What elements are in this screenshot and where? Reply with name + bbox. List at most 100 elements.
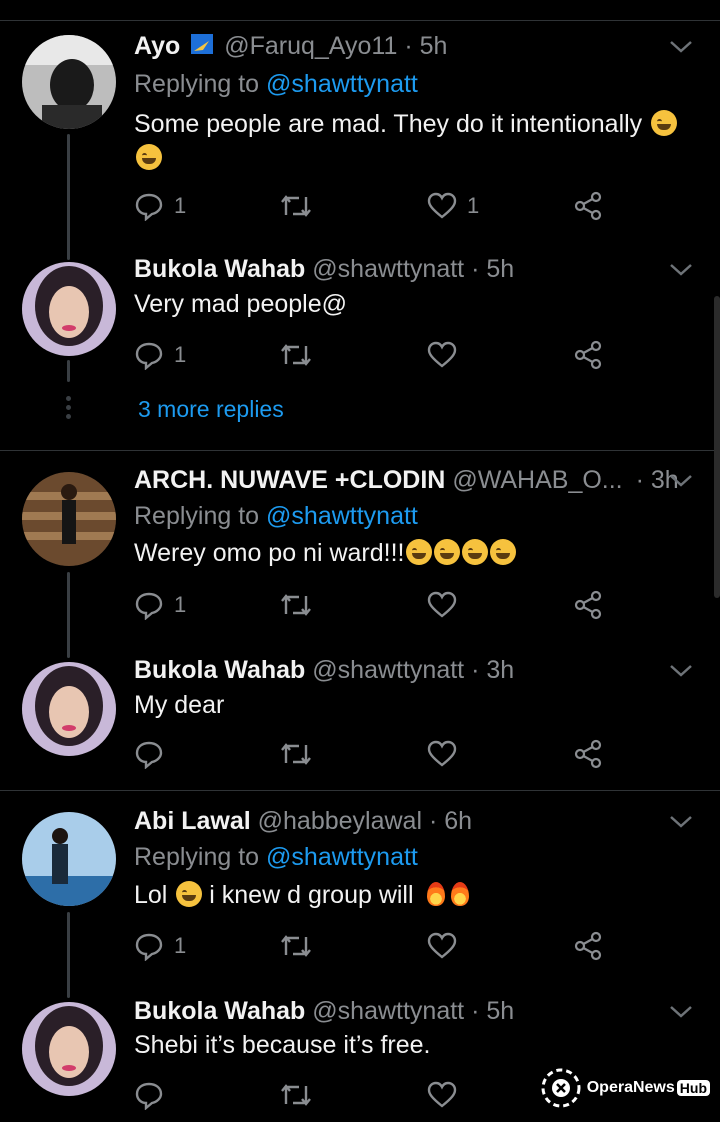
chevron-down-icon[interactable] (668, 36, 694, 61)
retweet-button[interactable] (279, 1077, 313, 1113)
tweet[interactable]: Abi Lawal @habbeylawal · 6h Replying to … (134, 807, 694, 987)
share-button[interactable] (573, 188, 603, 224)
reply-button[interactable]: 1 (134, 188, 186, 224)
tweet-text: Very mad people@ (134, 290, 348, 318)
mention-link[interactable]: @shawttynatt (266, 70, 418, 98)
watermark-hub: Hub (676, 1080, 710, 1096)
reply-button[interactable]: 1 (134, 928, 186, 964)
display-name[interactable]: Abi Lawal (134, 807, 251, 835)
chevron-down-icon[interactable] (668, 470, 694, 495)
retweet-button[interactable] (279, 587, 313, 623)
share-icon (574, 590, 602, 620)
mention-link[interactable]: @shawttynatt (266, 502, 418, 530)
reply-count: 1 (174, 193, 187, 218)
retweet-button[interactable] (279, 188, 313, 224)
chevron-down-icon[interactable] (668, 811, 694, 836)
chevron-down-icon[interactable] (668, 1001, 694, 1026)
retweet-button[interactable] (279, 736, 313, 772)
top-divider (0, 0, 720, 21)
handle[interactable]: @shawttynatt (312, 255, 464, 283)
tweet[interactable]: Ayo @Faruq_Ayo11 · 5h Replying to @shawt… (134, 32, 694, 232)
handle[interactable]: @Faruq_Ayo11 (224, 32, 397, 60)
reply-button[interactable]: 1 (134, 587, 186, 623)
reply-button[interactable]: 1 (134, 337, 186, 373)
tweet-header: Abi Lawal @habbeylawal · 6h (134, 807, 694, 843)
laughing-emoji-icon (176, 881, 203, 907)
opera-news-logo-icon (541, 1068, 581, 1108)
timestamp[interactable]: 5h (486, 255, 514, 283)
thread-line (67, 912, 70, 998)
tweet-header: Bukola Wahab @shawttynatt · 5h (134, 255, 694, 291)
sweat-smile-emoji-icon (462, 539, 489, 565)
divider (0, 790, 720, 791)
like-button[interactable]: 1 (427, 188, 479, 224)
reply-icon (135, 342, 163, 370)
avatar[interactable] (22, 812, 116, 906)
timestamp[interactable]: 5h (420, 32, 448, 60)
tweet-text-content: i knew d group will (209, 881, 414, 909)
share-button[interactable] (573, 337, 603, 373)
laughing-emoji-icon (651, 110, 678, 136)
replying-to: Replying to @shawttynatt (134, 502, 418, 531)
reply-icon (135, 933, 163, 961)
display-name[interactable]: Bukola Wahab (134, 997, 305, 1025)
reply-button[interactable] (134, 736, 164, 772)
reply-count: 1 (174, 592, 187, 617)
thread-line (67, 572, 70, 658)
replying-to: Replying to @shawttynatt (134, 843, 418, 872)
mention-link[interactable]: @shawttynatt (266, 843, 418, 871)
avatar[interactable] (22, 662, 116, 756)
avatar[interactable] (22, 35, 116, 129)
like-button[interactable] (427, 587, 457, 623)
like-icon (427, 591, 457, 618)
timestamp[interactable]: 6h (444, 807, 472, 835)
like-icon (427, 1081, 457, 1108)
tweet[interactable]: Bukola Wahab @shawttynatt · 5h Very mad … (134, 255, 694, 375)
fire-emoji-icon (450, 882, 469, 906)
share-button[interactable] (573, 928, 603, 964)
retweet-icon (281, 594, 311, 616)
like-button[interactable] (427, 337, 457, 373)
chevron-down-icon[interactable] (668, 660, 694, 685)
tweet[interactable]: Bukola Wahab @shawttynatt · 3h My dear (134, 656, 694, 776)
like-icon (427, 932, 457, 959)
tweet-text-content: Werey omo po ni ward!!! (134, 539, 405, 567)
handle[interactable]: @shawttynatt (312, 656, 464, 684)
display-name[interactable]: ARCH. NUWAVE +CLODIN (134, 466, 445, 494)
share-icon (574, 739, 602, 769)
display-name[interactable]: Ayo (134, 32, 180, 60)
avatar[interactable] (22, 1002, 116, 1096)
reply-button[interactable] (134, 1077, 164, 1113)
share-button[interactable] (573, 587, 603, 623)
tweet-actions: 1 (134, 337, 694, 373)
like-button[interactable] (427, 928, 457, 964)
like-icon (427, 192, 457, 219)
chevron-down-icon[interactable] (668, 259, 694, 284)
handle[interactable]: @WAHAB_O... (452, 466, 622, 494)
handle[interactable]: @shawttynatt (312, 997, 464, 1025)
like-button[interactable] (427, 736, 457, 772)
avatar[interactable] (22, 262, 116, 356)
rofl-emoji-icon (490, 539, 517, 565)
timestamp[interactable]: 3h (486, 656, 514, 684)
display-name[interactable]: Bukola Wahab (134, 656, 305, 684)
more-replies-link[interactable]: 3 more replies (138, 396, 284, 423)
timestamp[interactable]: 5h (486, 997, 514, 1025)
avatar[interactable] (22, 472, 116, 566)
retweet-button[interactable] (279, 337, 313, 373)
like-count: 1 (467, 193, 480, 218)
like-button[interactable] (427, 1077, 457, 1113)
share-button[interactable] (573, 736, 603, 772)
separator: · (471, 255, 480, 283)
display-name[interactable]: Bukola Wahab (134, 255, 305, 283)
reply-icon (135, 1082, 163, 1110)
separator: · (428, 807, 438, 835)
tweet-actions: 1 (134, 587, 694, 623)
tweet[interactable]: ARCH. NUWAVE +CLODIN @WAHAB_O... · 3h Re… (134, 466, 694, 646)
retweet-icon (281, 935, 311, 957)
retweet-button[interactable] (279, 928, 313, 964)
replying-label: Replying to (134, 502, 260, 530)
separator: · (404, 32, 413, 60)
scrollbar[interactable] (714, 296, 720, 598)
handle[interactable]: @habbeylawal (258, 807, 422, 835)
